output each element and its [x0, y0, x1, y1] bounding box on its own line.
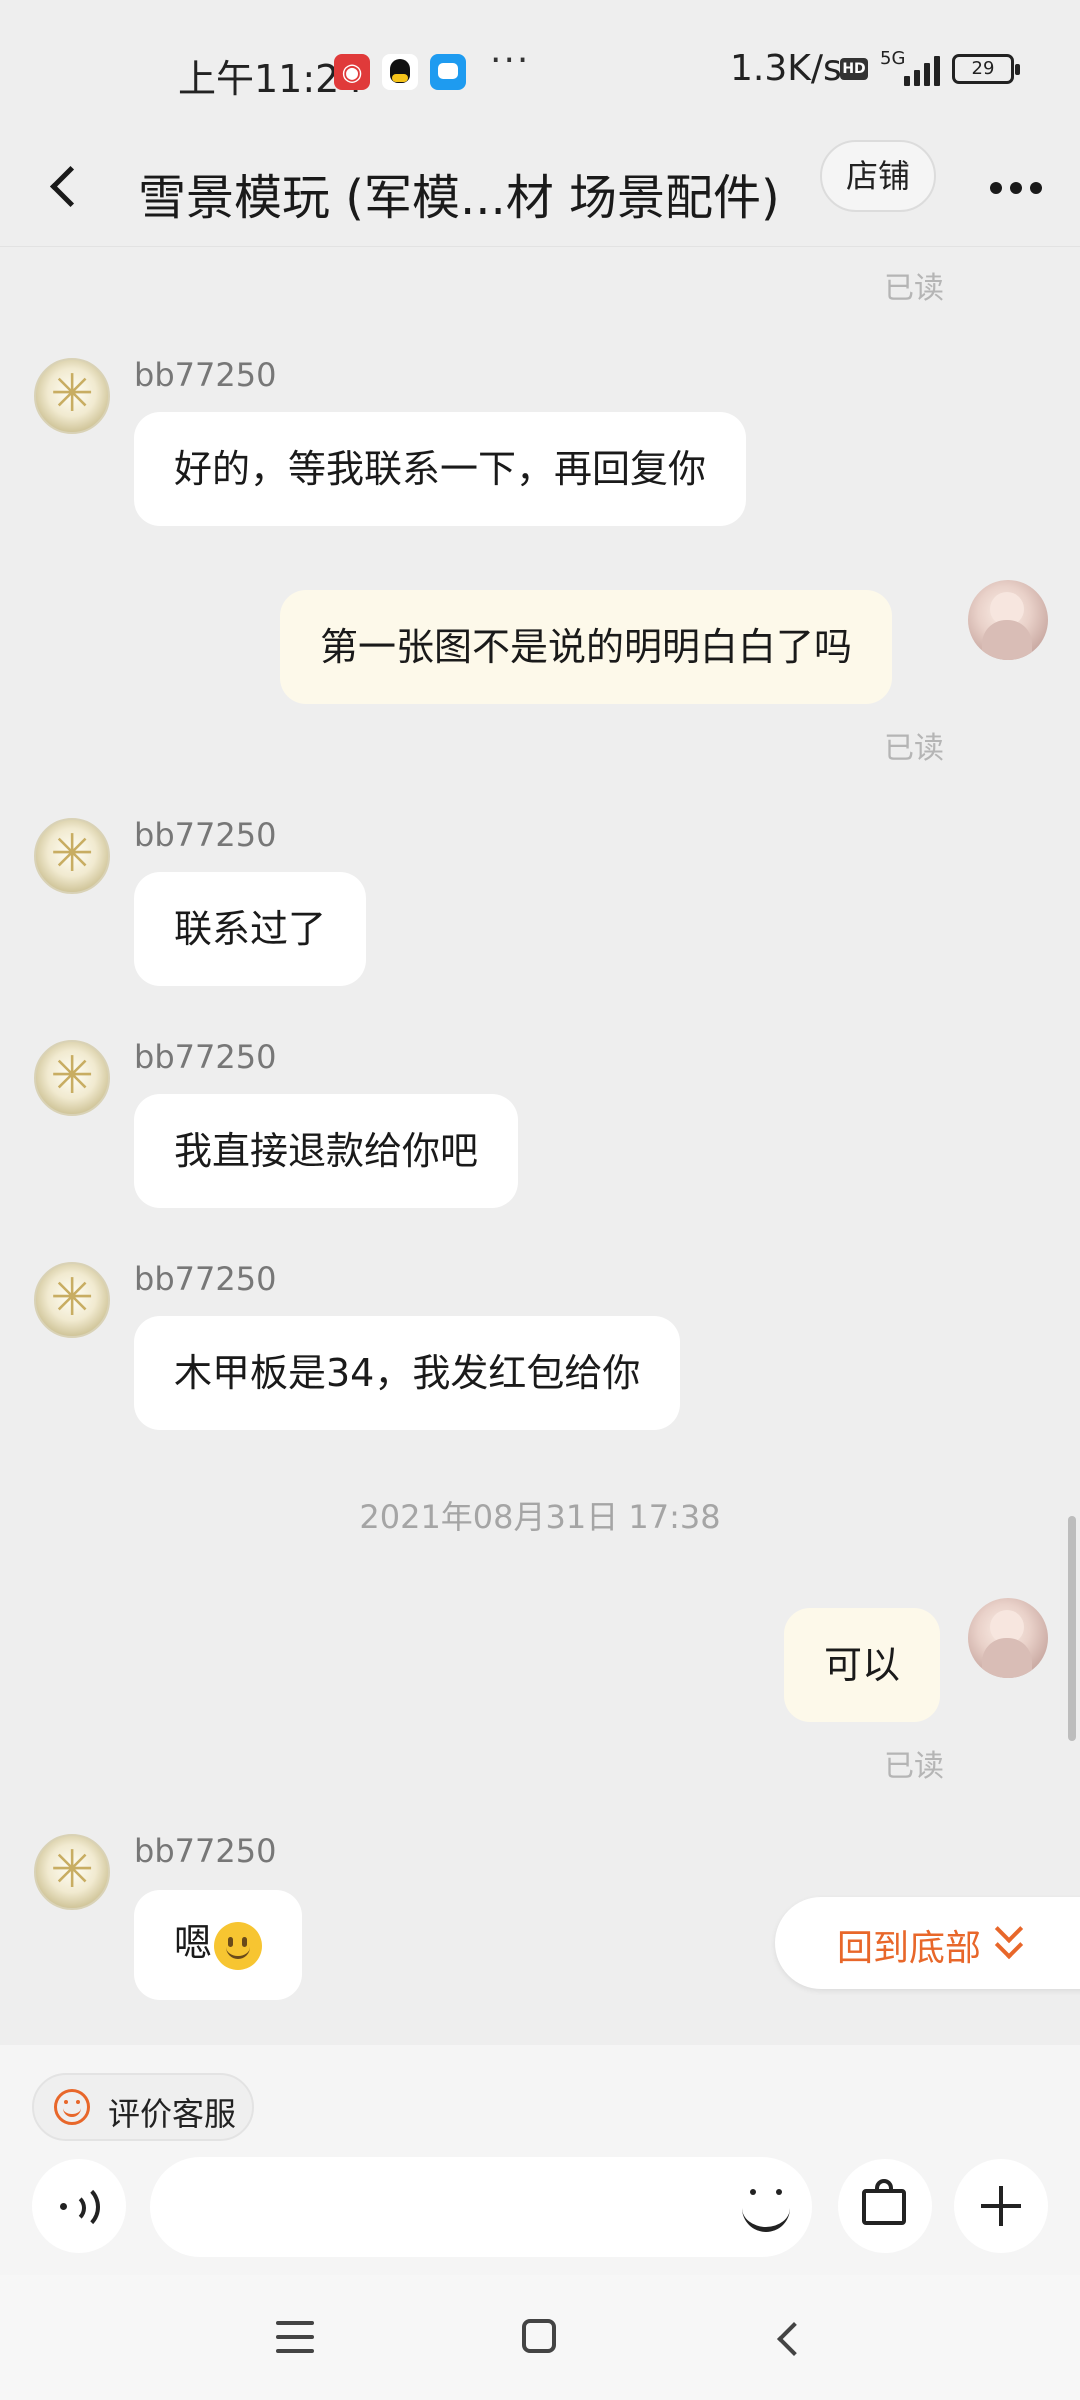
chat-header: 雪景模玩 (军模...材 场景配件) 店铺	[0, 130, 1080, 247]
sender-name: bb77250	[134, 356, 277, 394]
back-to-bottom-label: 回到底部	[837, 1928, 982, 1969]
message-app-icon	[430, 54, 466, 90]
more-actions-button[interactable]	[954, 2159, 1048, 2253]
back-button[interactable]	[30, 152, 100, 222]
netease-music-icon: ◉	[334, 54, 370, 90]
shop-avatar[interactable]	[34, 818, 110, 894]
message-timestamp: 2021年08月31日 17:38	[359, 1498, 721, 1536]
nav-home-button[interactable]	[522, 2319, 556, 2353]
sender-name: bb77250	[134, 1832, 277, 1870]
double-chevron-down-icon	[994, 1914, 1025, 1963]
message-input[interactable]	[150, 2157, 812, 2257]
message-text: 嗯	[174, 1921, 213, 1965]
sender-name: bb77250	[134, 816, 277, 854]
shop-avatar[interactable]	[34, 358, 110, 434]
scrollbar[interactable]	[1068, 1516, 1076, 1741]
message-bubble-incoming[interactable]: 木甲板是34，我发红包给你	[134, 1316, 681, 1430]
hd-icon: HD	[840, 58, 868, 80]
battery-icon: 29	[952, 54, 1020, 84]
input-area: 评价客服	[0, 2045, 1080, 2275]
shop-avatar[interactable]	[34, 1262, 110, 1338]
more-options-button[interactable]	[980, 160, 1050, 216]
message-bubble-incoming[interactable]: 我直接退款给你吧	[134, 1094, 519, 1208]
emoji-button[interactable]	[738, 2179, 794, 2235]
smile-emoji-icon	[214, 1921, 263, 1970]
shop-avatar[interactable]	[34, 1834, 110, 1910]
user-avatar[interactable]	[968, 580, 1048, 660]
message-bubble-incoming[interactable]: 好的，等我联系一下，再回复你	[134, 412, 747, 526]
status-bar: 上午11:24 ◉ ··· 1.3K/s HD 5G 29	[0, 0, 1080, 130]
message-bubble-incoming[interactable]: 联系过了	[134, 872, 367, 986]
more-notifications-icon: ···	[490, 40, 531, 81]
nav-back-button[interactable]	[770, 2319, 810, 2359]
system-nav-bar	[0, 2275, 1080, 2400]
nav-menu-button[interactable]	[276, 2317, 316, 2357]
smile-icon	[54, 2089, 90, 2125]
network-speed: 1.3K/s	[730, 48, 842, 89]
plus-icon	[981, 2186, 1021, 2226]
rate-service-label: 评价客服	[108, 2095, 237, 2133]
chat-screen: 上午11:24 ◉ ··· 1.3K/s HD 5G 29 雪景模玩 (军模..…	[0, 0, 1080, 2400]
read-receipt: 已读	[884, 1749, 944, 1784]
read-receipt: 已读	[884, 731, 944, 766]
sender-name: bb77250	[134, 1038, 277, 1076]
shopping-bag-icon	[862, 2179, 906, 2225]
read-receipt: 已读	[884, 271, 944, 306]
signal-icon	[900, 54, 944, 86]
page-title: 雪景模玩 (军模...材 场景配件)	[138, 170, 780, 226]
message-bubble-outgoing[interactable]: 可以	[784, 1608, 941, 1722]
qq-icon	[382, 54, 418, 90]
products-button[interactable]	[838, 2159, 932, 2253]
voice-icon	[60, 2183, 104, 2231]
user-avatar[interactable]	[968, 1598, 1048, 1678]
voice-input-button[interactable]	[32, 2159, 126, 2253]
sender-name: bb77250	[134, 1260, 277, 1298]
message-bubble-incoming[interactable]: 嗯	[134, 1890, 303, 2000]
back-to-bottom-button[interactable]: 回到底部	[775, 1897, 1080, 1989]
shop-button[interactable]: 店铺	[820, 140, 936, 212]
message-bubble-outgoing[interactable]: 第一张图不是说的明明白白了吗	[280, 590, 893, 704]
rate-service-button[interactable]: 评价客服	[32, 2073, 254, 2141]
shop-avatar[interactable]	[34, 1040, 110, 1116]
